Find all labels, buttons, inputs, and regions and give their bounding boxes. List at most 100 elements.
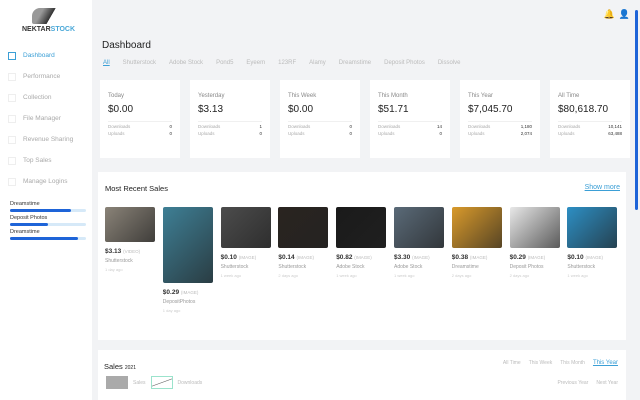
sale-agency: Shutterstock — [105, 258, 133, 264]
sidebar-item-label: Collection — [23, 94, 52, 101]
range-all-time[interactable]: All Time — [503, 360, 521, 366]
next-year-button[interactable]: Next Year — [596, 380, 618, 386]
tab-dissolve[interactable]: Dissolve — [438, 60, 461, 66]
sidebar-nav: Dashboard Performance Collection File Manag… — [8, 45, 73, 192]
progress-label: Dreamstime — [10, 229, 40, 235]
sale-thumbnail[interactable] — [105, 207, 155, 242]
sale-thumbnail[interactable] — [162, 207, 213, 283]
stat-value: $0.00 — [288, 104, 314, 115]
previous-year-button[interactable]: Previous Year — [557, 380, 588, 386]
sale-type: (IMAGE) — [412, 255, 430, 260]
sale-thumbnail[interactable] — [278, 207, 329, 248]
sales-title: Sales — [104, 362, 123, 371]
show-more-link[interactable]: Show more — [585, 184, 620, 191]
downloads-label: Downloads — [378, 124, 401, 129]
sale-agency: Adobe Stock — [394, 264, 423, 270]
bell-icon[interactable]: 🔔 — [604, 9, 615, 20]
uploads-count: 0 — [349, 131, 352, 136]
user-icon[interactable]: 👤 — [619, 9, 630, 20]
sale-item[interactable]: $0.10 (IMAGE) Shutterstock 1 week ago — [567, 207, 618, 278]
sale-item[interactable]: $3.13 (VIDEO) Shutterstock 1 day ago — [105, 207, 155, 272]
tab-pond5[interactable]: Pond5 — [216, 60, 233, 66]
sale-item[interactable]: $0.29 (IMAGE) Deposit Photos 2 days ago — [509, 207, 560, 278]
sale-thumbnail[interactable] — [509, 207, 560, 248]
scrollbar[interactable] — [635, 10, 638, 210]
main: 🔔 👤 Dashboard All Shutterstock Adobe Stock P… — [92, 0, 640, 400]
sale-thumbnail[interactable] — [567, 207, 618, 248]
downloads-label: Downloads — [468, 124, 491, 129]
sale-thumbnail[interactable] — [451, 207, 502, 248]
sale-type: (IMAGE) — [180, 290, 199, 295]
tab-eyeem[interactable]: Eyeem — [246, 60, 265, 66]
tab-alamy[interactable]: Alamy — [309, 60, 326, 66]
sale-agency: Dreamstime — [451, 264, 479, 270]
nav-icon — [8, 135, 16, 144]
uploads-label: Uploads — [378, 131, 395, 136]
sale-thumbnail[interactable] — [220, 207, 271, 248]
legend-sales-swatch[interactable] — [106, 376, 128, 389]
sale-thumbnail[interactable] — [394, 207, 444, 248]
sidebar-item-collection[interactable]: Collection — [8, 87, 73, 108]
sale-item[interactable]: $0.82 (IMAGE) Adobe Stock 1 week ago — [336, 207, 387, 278]
downloads-count: 0 — [169, 124, 172, 129]
sidebar-item-label: File Manager — [23, 115, 61, 122]
sale-thumbnail[interactable] — [336, 207, 387, 248]
sale-item[interactable]: $3.30 (IMAGE) Adobe Stock 1 week ago — [394, 207, 444, 278]
sale-time: 1 day ago — [162, 308, 181, 313]
tab-adobe-stock[interactable]: Adobe Stock — [169, 60, 203, 66]
legend-downloads-swatch[interactable] — [150, 376, 173, 389]
range-this-year[interactable]: This Year — [593, 360, 618, 366]
uploads-label: Uploads — [558, 131, 575, 136]
sale-agency: DepositPhotos — [162, 299, 196, 305]
range-this-week[interactable]: This Week — [529, 360, 553, 366]
sale-price: $0.29 — [509, 254, 526, 261]
sidebar-item-revenue-sharing[interactable]: Revenue Sharing — [8, 129, 73, 150]
stat-title: This Month — [378, 93, 408, 99]
sale-time: 1 day ago — [105, 267, 123, 272]
sale-type: (VIDEO) — [123, 249, 141, 254]
stat-title: Yesterday — [198, 93, 225, 99]
nav-icon — [8, 93, 16, 102]
sidebar-item-label: Revenue Sharing — [23, 136, 74, 143]
sidebar: NEKTARSTOCK Dashboard Performance Collecti… — [0, 0, 92, 400]
sidebar-item-manage-logins[interactable]: Manage Logins — [8, 171, 73, 192]
logo[interactable]: NEKTARSTOCK — [22, 8, 75, 33]
agency-progress-item: Dreamstime — [10, 201, 86, 212]
sidebar-item-performance[interactable]: Performance — [8, 66, 73, 87]
sidebar-item-file-manager[interactable]: File Manager — [8, 108, 73, 129]
uploads-count: 0 — [439, 131, 442, 136]
sidebar-item-dashboard[interactable]: Dashboard — [8, 45, 73, 66]
nav-icon — [8, 156, 16, 165]
stat-title: This Year — [468, 93, 494, 99]
sidebar-item-top-sales[interactable]: Top Sales — [8, 150, 73, 171]
tab-deposit-photos[interactable]: Deposit Photos — [384, 60, 425, 66]
sale-item[interactable]: $0.14 (IMAGE) Shutterstock 2 days ago — [278, 207, 329, 278]
stat-title: All Time — [558, 93, 580, 99]
sale-item[interactable]: $0.38 (IMAGE) Dreamstime 2 days ago — [451, 207, 502, 278]
sidebar-item-label: Performance — [23, 73, 61, 80]
tab-all[interactable]: All — [103, 60, 110, 66]
tab-shutterstock[interactable]: Shutterstock — [123, 60, 156, 66]
progress-label: Deposit Photos — [10, 215, 48, 221]
sale-time: 1 week ago — [567, 273, 588, 278]
progress-bar — [10, 237, 86, 240]
sale-item[interactable]: $0.10 (IMAGE) Shutterstock 1 week ago — [220, 207, 271, 278]
logo-icon — [32, 8, 62, 24]
sidebar-item-label: Manage Logins — [23, 178, 68, 185]
stat-card: This Month $51.71 Downloads 14 Uploads 0 — [370, 80, 450, 158]
sale-item[interactable]: $0.29 (IMAGE) DepositPhotos 1 day ago — [162, 207, 213, 313]
uploads-count: 2,074 — [520, 131, 532, 136]
sale-time: 1 week ago — [394, 273, 415, 278]
sale-price: $0.38 — [451, 254, 469, 261]
agency-progress-item: Deposit Photos — [10, 215, 86, 226]
tab-dreamstime[interactable]: Dreamstime — [339, 60, 371, 66]
legend-sales[interactable]: Sales — [133, 380, 146, 386]
range-this-month[interactable]: This Month — [560, 360, 585, 366]
sidebar-item-label: Top Sales — [23, 157, 52, 164]
progress-label: Dreamstime — [10, 201, 40, 207]
recent-sales-panel: Most Recent Sales Show more $3.13 (VIDEO… — [98, 172, 626, 340]
tab-123rf[interactable]: 123RF — [278, 60, 296, 66]
agency-tabs: All Shutterstock Adobe Stock Pond5 Eyeem 123R… — [103, 60, 461, 66]
legend-downloads[interactable]: Downloads — [178, 380, 203, 386]
sale-agency: Adobe Stock — [336, 264, 365, 270]
